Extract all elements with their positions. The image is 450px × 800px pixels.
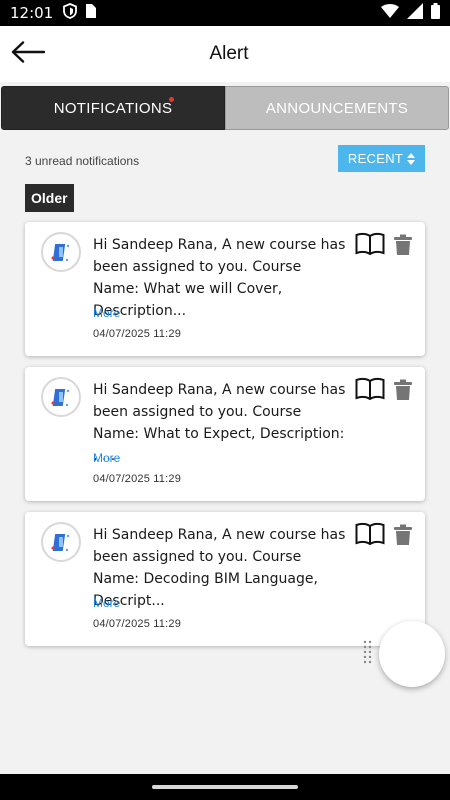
avatar — [41, 232, 81, 272]
arrow-left-icon — [11, 40, 46, 68]
avatar — [41, 377, 81, 417]
system-nav-bar — [0, 774, 450, 800]
notification-card[interactable]: Hi Sandeep Rana, A new course has been a… — [25, 512, 425, 646]
app-header: Alert — [0, 26, 450, 82]
sort-recent-button[interactable]: RECENT — [338, 145, 425, 172]
status-bar: 12:01 — [0, 0, 450, 26]
sort-icon — [407, 152, 416, 165]
drag-handle-icon[interactable] — [363, 640, 373, 668]
trash-icon[interactable] — [393, 524, 413, 546]
avatar — [41, 522, 81, 562]
notification-message: Hi Sandeep Rana, A new course has been a… — [93, 237, 346, 319]
unread-dot — [169, 97, 174, 102]
tab-announcements[interactable]: ANNOUNCEMENTS — [225, 86, 449, 130]
notification-card[interactable]: Hi Sandeep Rana, A new course has been a… — [25, 367, 425, 501]
section-label-older: Older — [25, 184, 74, 212]
shield-icon — [63, 2, 78, 24]
sim-icon — [85, 3, 97, 23]
more-link[interactable]: More — [93, 596, 120, 610]
notifications-panel: 3 unread notifications RECENT Older Hi S… — [1, 130, 449, 726]
notification-timestamp: 04/07/2025 11:29 — [93, 618, 182, 630]
more-link[interactable]: More — [93, 306, 120, 320]
tab-notifications-label: NOTIFICATIONS — [53, 99, 173, 117]
trash-icon[interactable] — [393, 234, 413, 256]
notification-message: Hi Sandeep Rana, A new course has been a… — [93, 527, 346, 609]
home-indicator[interactable] — [152, 785, 298, 789]
tab-bar: NOTIFICATIONS ANNOUNCEMENTS — [1, 86, 449, 130]
tab-announcements-label: ANNOUNCEMENTS — [265, 99, 409, 117]
floating-action-button[interactable] — [379, 621, 445, 687]
notification-card[interactable]: Hi Sandeep Rana, A new course has been a… — [25, 222, 425, 356]
open-book-icon[interactable] — [355, 377, 385, 401]
trash-icon[interactable] — [393, 379, 413, 401]
wifi-icon — [381, 3, 399, 23]
notification-message: Hi Sandeep Rana, A new course has been a… — [93, 382, 346, 464]
unread-count: 3 unread notifications — [25, 154, 140, 168]
notification-timestamp: 04/07/2025 11:29 — [93, 328, 182, 340]
status-time: 12:01 — [10, 4, 54, 22]
back-button[interactable] — [10, 40, 46, 68]
battery-icon — [431, 2, 440, 24]
open-book-icon[interactable] — [355, 232, 385, 256]
tab-notifications[interactable]: NOTIFICATIONS — [1, 86, 225, 130]
page-title: Alert — [209, 43, 249, 64]
more-link[interactable]: More — [93, 451, 120, 465]
sort-label: RECENT — [347, 151, 404, 166]
notification-timestamp: 04/07/2025 11:29 — [93, 473, 182, 485]
signal-icon — [407, 2, 423, 24]
open-book-icon[interactable] — [355, 522, 385, 546]
